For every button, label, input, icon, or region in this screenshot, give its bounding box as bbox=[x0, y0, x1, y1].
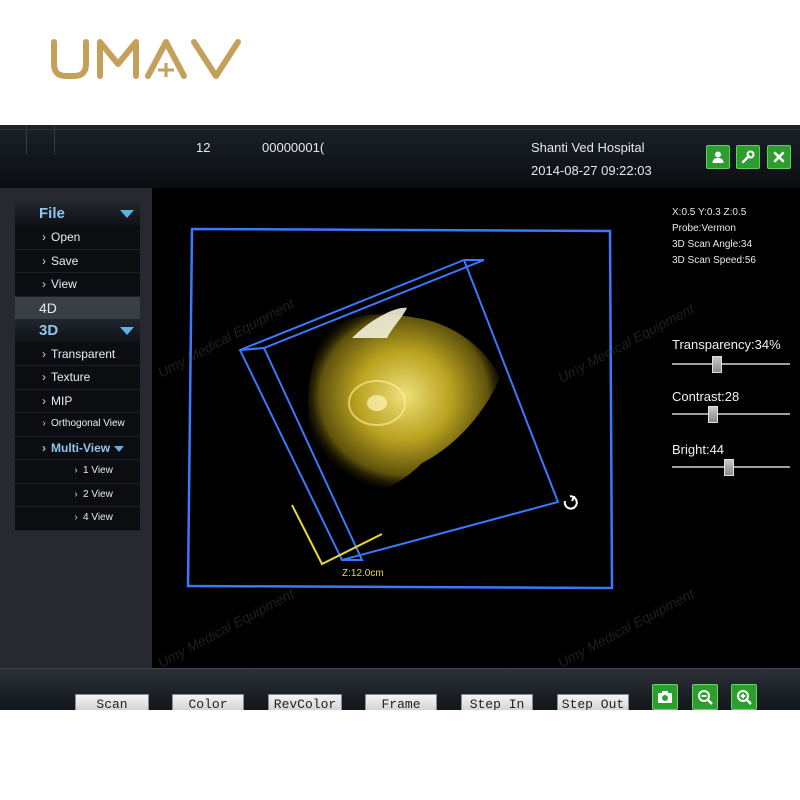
chevron-down-icon bbox=[114, 445, 125, 452]
bright-slider[interactable] bbox=[672, 459, 790, 476]
chevron-right-icon: › bbox=[42, 393, 46, 408]
chevron-right-icon: › bbox=[42, 253, 46, 268]
close-icon bbox=[773, 151, 785, 163]
chevron-right-icon: › bbox=[42, 277, 46, 291]
header-field-a: 12 bbox=[196, 140, 211, 155]
user-button[interactable] bbox=[706, 145, 730, 169]
menu-item-view[interactable]: › View bbox=[15, 273, 140, 297]
menu-item-orthogonal-view[interactable]: › Orthogonal View bbox=[15, 413, 140, 437]
header-bar: 12 00000001( Shanti Ved Hospital 2014-08… bbox=[0, 125, 800, 188]
menu-3d[interactable]: 3D bbox=[15, 318, 140, 343]
zoom-in-icon bbox=[737, 690, 752, 705]
ultrasound-screen: 12 00000001( Shanti Ved Hospital 2014-08… bbox=[0, 125, 800, 710]
transparency-label: Transparency:34% bbox=[672, 337, 781, 352]
zoom-out-icon bbox=[698, 690, 713, 705]
menu-4d[interactable]: 4D bbox=[15, 296, 140, 319]
header-field-b: 00000001( bbox=[262, 140, 325, 155]
scan-button[interactable]: Scan bbox=[75, 694, 149, 710]
chevron-right-icon: › bbox=[74, 512, 78, 523]
close-button[interactable] bbox=[767, 145, 791, 169]
hospital-name: Shanti Ved Hospital bbox=[531, 140, 645, 155]
menu-item-1-view[interactable]: › 1 View bbox=[15, 460, 140, 484]
contrast-slider[interactable] bbox=[672, 406, 790, 423]
step-in-button[interactable]: Step In bbox=[461, 694, 533, 710]
scan-info: X:0.5 Y:0.3 Z:0.5 Probe:Vermon 3D Scan A… bbox=[672, 205, 756, 269]
wrench-icon bbox=[741, 150, 755, 164]
measure-label: Z:12.0cm bbox=[342, 568, 384, 579]
left-panel: File › Open › Save › View 4D 3D › Transparen… bbox=[0, 188, 152, 668]
camera-icon bbox=[658, 691, 672, 703]
umay-logo bbox=[51, 39, 241, 79]
menu-item-transparent[interactable]: › Transparent bbox=[15, 342, 140, 366]
slider-thumb[interactable] bbox=[708, 406, 718, 423]
scan-angle: 3D Scan Angle:34 bbox=[672, 239, 753, 250]
menu-item-2-view[interactable]: › 2 View bbox=[15, 483, 140, 507]
slider-thumb[interactable] bbox=[724, 459, 734, 476]
contrast-label: Contrast:28 bbox=[672, 389, 740, 404]
rotate-icon[interactable] bbox=[563, 496, 578, 510]
frame-button[interactable]: Frame bbox=[365, 694, 437, 710]
menu-item-multi-view[interactable]: › Multi-View bbox=[15, 436, 140, 460]
probe-label: Probe:Vermon bbox=[672, 223, 736, 234]
menu-item-mip[interactable]: › MIP bbox=[15, 389, 140, 413]
side-menu: File › Open › Save › View 4D 3D › Transparen… bbox=[15, 202, 140, 531]
menu-item-save[interactable]: › Save bbox=[15, 249, 140, 273]
settings-button[interactable] bbox=[736, 145, 760, 169]
chevron-right-icon: › bbox=[42, 440, 46, 455]
chevron-down-icon bbox=[120, 326, 134, 335]
chevron-right-icon: › bbox=[42, 346, 46, 361]
scan-speed: 3D Scan Speed:56 bbox=[672, 255, 756, 266]
chevron-right-icon: › bbox=[42, 230, 46, 244]
zoom-in-button[interactable] bbox=[731, 684, 757, 710]
bright-label: Bright:44 bbox=[672, 442, 725, 457]
slider-thumb[interactable] bbox=[712, 356, 722, 373]
menu-item-texture[interactable]: › Texture bbox=[15, 366, 140, 390]
axis-gizmo bbox=[291, 504, 383, 566]
date-time: 2014-08-27 09:22:03 bbox=[531, 163, 652, 178]
step-out-button[interactable]: Step Out bbox=[557, 694, 629, 710]
scan-xyz: X:0.5 Y:0.3 Z:0.5 bbox=[672, 207, 747, 218]
menu-file[interactable]: File bbox=[15, 202, 140, 226]
chevron-right-icon: › bbox=[42, 418, 46, 429]
snapshot-button[interactable] bbox=[652, 684, 678, 710]
menu-item-open[interactable]: › Open bbox=[15, 226, 140, 250]
user-icon bbox=[712, 151, 724, 163]
bottom-toolbar: Scan Color RevColor Frame Step In Step O… bbox=[0, 668, 800, 710]
transparency-slider[interactable] bbox=[672, 356, 790, 373]
revcolor-button[interactable]: RevColor bbox=[268, 694, 342, 710]
chevron-right-icon: › bbox=[42, 370, 46, 384]
zoom-out-button[interactable] bbox=[692, 684, 718, 710]
chevron-right-icon: › bbox=[74, 488, 78, 500]
chevron-right-icon: › bbox=[74, 465, 78, 476]
chevron-down-icon bbox=[120, 210, 134, 218]
color-button[interactable]: Color bbox=[172, 694, 244, 710]
menu-item-4-view[interactable]: › 4 View bbox=[15, 507, 140, 531]
